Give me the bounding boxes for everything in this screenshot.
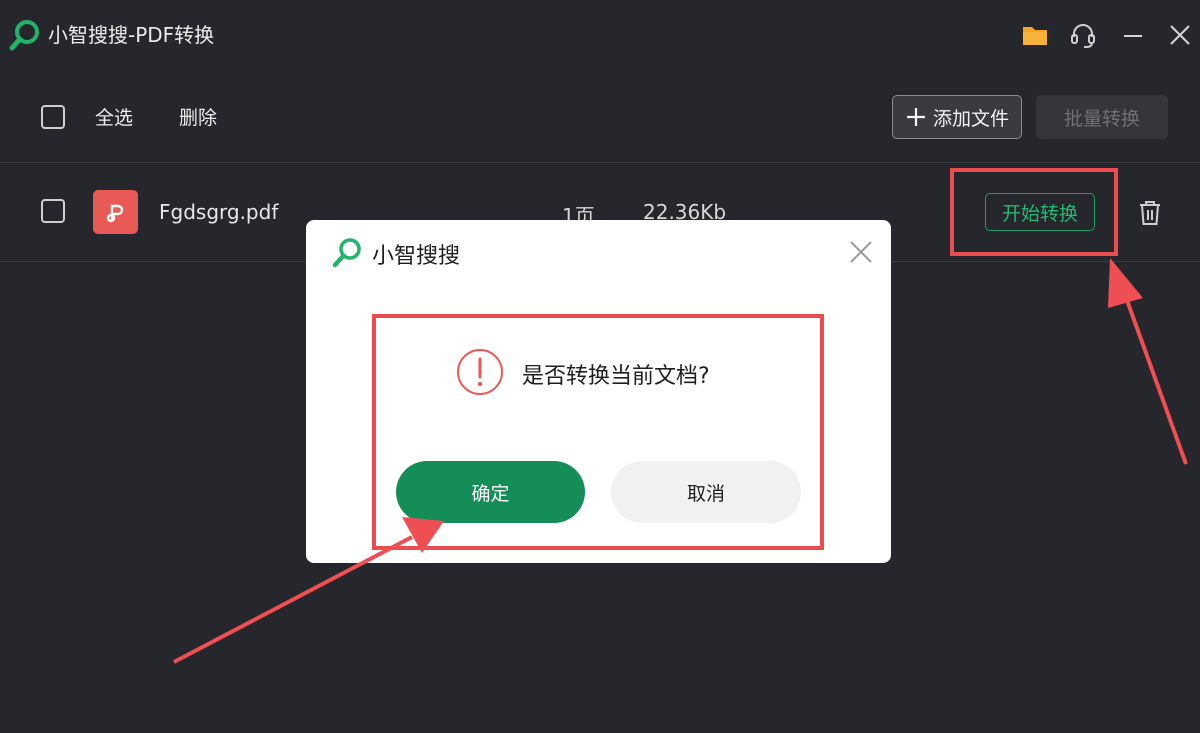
annotation-arrows (173, 258, 1188, 664)
arrow-to-start-button (1108, 258, 1188, 465)
arrow-to-confirm-button (173, 517, 444, 664)
